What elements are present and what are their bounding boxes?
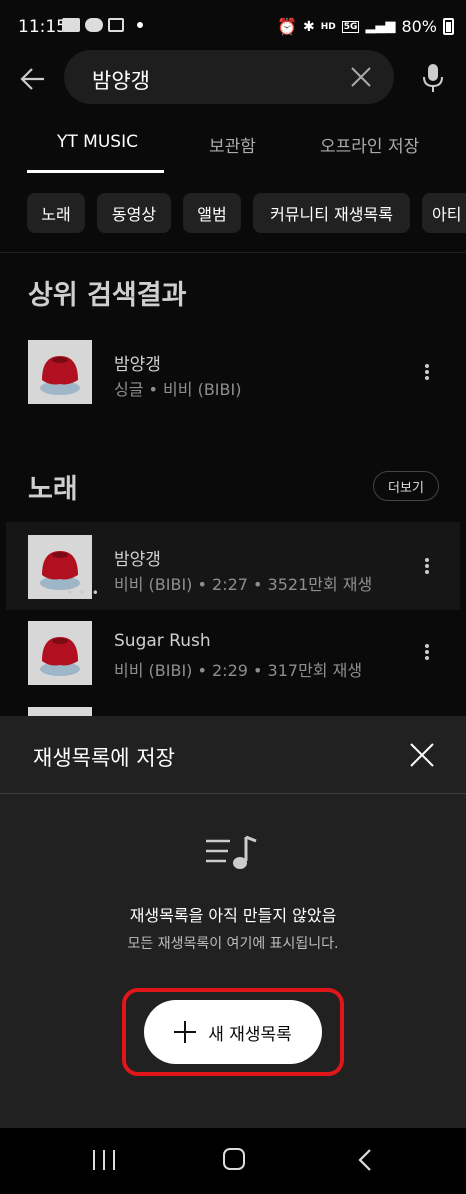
system-nav-bar [0,1128,466,1194]
bluetooth-icon: ✱ [303,18,315,35]
active-tab-indicator [27,170,164,173]
notification-icons [62,18,143,32]
arrow-left-icon[interactable] [20,66,46,92]
plus-icon [174,1021,197,1043]
more-vert-icon[interactable] [420,642,434,664]
tab-library[interactable]: 보관함 [209,132,256,157]
top-result-heading: 상위 검색결과 [28,280,187,311]
microphone-icon[interactable] [421,63,445,93]
alarm-icon: ⏰ [277,17,298,36]
more-vert-icon[interactable] [420,362,434,384]
car-icon [108,18,124,32]
hd-voice-label: HD [320,21,336,32]
battery-percent: 80% [401,17,437,36]
tab-offline[interactable]: 오프라인 저장 [320,132,419,157]
playlist-music-icon [206,835,257,869]
new-playlist-button[interactable]: 새 재생목록 [144,1000,322,1064]
chip-albums[interactable]: 앨범 [183,193,241,233]
save-to-playlist-sheet: 재생목록에 저장 재생목록을 아직 만들지 않았음 모든 재생목록이 여기에 표… [0,716,466,1128]
chip-community-playlists[interactable]: 커뮤니티 재생목록 [253,193,410,233]
recents-icon[interactable] [93,1150,115,1172]
song-title[interactable]: Sugar Rush [114,631,211,651]
top-result-title[interactable]: 밤양갱 [114,350,161,375]
more-vert-icon[interactable] [420,556,434,578]
search-bar[interactable]: 밤양갱 [64,50,394,104]
song-thumbnail[interactable] [28,621,92,685]
sheet-title: 재생목록에 저장 [33,746,175,770]
status-bar: 11:15 ⏰ ✱ HD 5G ▂▄▆ 80% [0,0,466,52]
search-input[interactable]: 밤양갱 [92,65,150,95]
new-playlist-label: 새 재생목록 [208,1024,292,1045]
song-title[interactable]: 밤양갱 [114,545,161,570]
status-time: 11:15 [18,17,67,37]
sheet-divider [0,793,466,794]
divider [0,252,466,253]
back-icon[interactable] [356,1148,374,1172]
empty-state-title: 재생목록을 아직 만들지 않았음 [129,906,337,925]
top-result-subtitle: 싱글 • 비비 (BIBI) [114,380,242,399]
songs-heading: 노래 [28,474,78,505]
chip-artists[interactable]: 아티 [422,193,466,233]
tab-yt-music[interactable]: YT MUSIC [57,132,138,152]
playing-indicator: • • • [66,586,100,600]
empty-state-subtitle: 모든 재생목록이 여기에 표시됩니다. [127,936,339,952]
song-subtitle: 비비 (BIBI) • 2:27 • 3521만회 재생 [114,575,373,594]
network-type-label: 5G [341,20,360,33]
app-notification-icon [62,18,80,32]
song-subtitle: 비비 (BIBI) • 2:29 • 317만회 재생 [114,661,363,680]
close-icon[interactable] [409,742,435,768]
close-icon[interactable] [350,66,372,88]
chip-videos[interactable]: 동영상 [97,193,171,233]
talk-notification-icon [85,18,103,32]
more-notifications-dot [137,22,143,28]
song-thumbnail [28,707,92,716]
status-right: ⏰ ✱ HD 5G ▂▄▆ 80% [277,17,454,36]
more-button[interactable]: 더보기 [373,471,439,501]
album-thumbnail[interactable] [28,340,92,404]
home-icon[interactable] [223,1148,245,1170]
chip-songs[interactable]: 노래 [27,193,85,233]
signal-icon: ▂▄▆ [365,19,396,34]
battery-icon [443,18,454,35]
